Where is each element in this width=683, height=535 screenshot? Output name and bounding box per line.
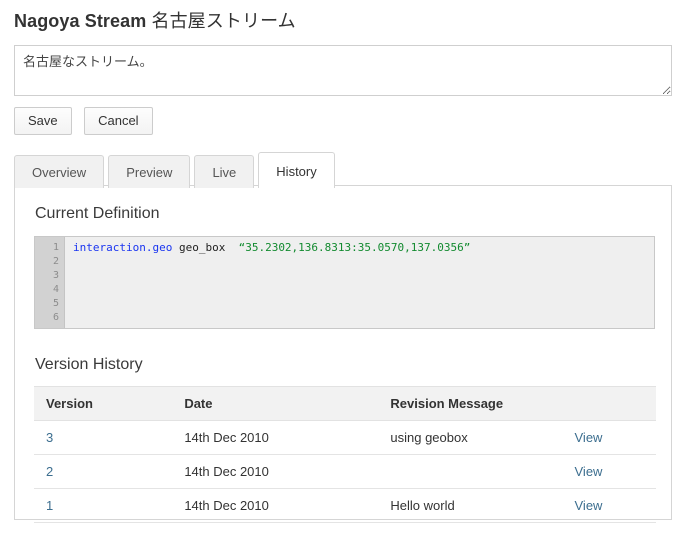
cell-version: 2 [34,454,173,489]
cell-action: View [574,420,656,455]
table-row: 2 14th Dec 2010 View [34,454,656,489]
history-panel: Current Definition 1 2 3 4 5 6 interacti… [14,185,672,523]
line-number: 4 [52,284,59,295]
description-field-wrapper [0,33,683,96]
version-link[interactable]: 1 [46,498,53,513]
cell-revision-message: Hello world [378,488,575,523]
code-token-keyword: geo_box [178,241,226,254]
cell-date: 14th Dec 2010 [172,420,379,455]
table-head: Version Date Revision Message [34,386,656,421]
table-body: 3 14th Dec 2010 using geobox View 2 14th… [34,420,656,523]
line-number-gutter: 1 2 3 4 5 6 [35,237,65,328]
description-textarea[interactable] [14,45,672,96]
view-link[interactable]: View [575,498,603,513]
code-content: interaction.geo geo_box “35.2302,136.831… [66,237,654,328]
table-header-row: Version Date Revision Message [34,386,656,421]
view-link[interactable]: View [575,464,603,479]
tab-live[interactable]: Live [194,155,255,188]
column-header-revision-message: Revision Message [378,386,575,421]
line-number: 5 [52,298,59,309]
line-number: 6 [52,312,59,323]
page-root: Nagoya Stream 名古屋ストリーム Save Cancel Overv… [0,0,683,535]
code-viewer[interactable]: 1 2 3 4 5 6 interaction.geo geo_box “35.… [34,236,655,329]
tab-bar: Overview Preview Live History [14,152,683,189]
form-actions: Save Cancel [0,96,683,135]
version-history-table: Version Date Revision Message 3 14th Dec… [34,386,656,523]
column-header-date: Date [172,386,379,421]
column-header-version: Version [34,386,173,421]
code-token-namespace: interaction.geo [73,241,173,254]
cell-version: 3 [34,420,173,455]
cancel-button[interactable]: Cancel [84,107,153,135]
cell-action: View [574,488,656,523]
view-link[interactable]: View [575,430,603,445]
current-definition-heading: Current Definition [35,205,160,222]
version-history-heading: Version History [35,356,143,373]
save-button[interactable]: Save [14,107,72,135]
tab-overview[interactable]: Overview [14,155,105,188]
tab-history[interactable]: History [258,152,335,189]
column-header-action [574,386,656,421]
tab-preview[interactable]: Preview [108,155,191,188]
line-number: 3 [52,270,59,281]
page-title-jp: 名古屋ストリーム [151,11,296,31]
code-token-space-2 [225,241,238,254]
cell-action: View [574,454,656,489]
line-number: 2 [52,256,59,267]
cell-date: 14th Dec 2010 [172,454,379,489]
page-title: Nagoya Stream 名古屋ストリーム [0,0,683,33]
table-row: 1 14th Dec 2010 Hello world View [34,488,656,523]
cell-revision-message [378,454,575,489]
code-token-string: “35.2302,136.8313:35.0570,137.0356” [238,241,471,254]
cell-version: 1 [34,488,173,523]
cell-date: 14th Dec 2010 [172,488,379,523]
line-number: 1 [52,242,59,253]
version-link[interactable]: 3 [46,430,53,445]
cell-revision-message: using geobox [378,420,575,455]
table-row: 3 14th Dec 2010 using geobox View [34,420,656,455]
version-link[interactable]: 2 [46,464,53,479]
code-line-1: interaction.geo geo_box “35.2302,136.831… [66,241,654,255]
page-title-en: Nagoya Stream [14,11,152,31]
